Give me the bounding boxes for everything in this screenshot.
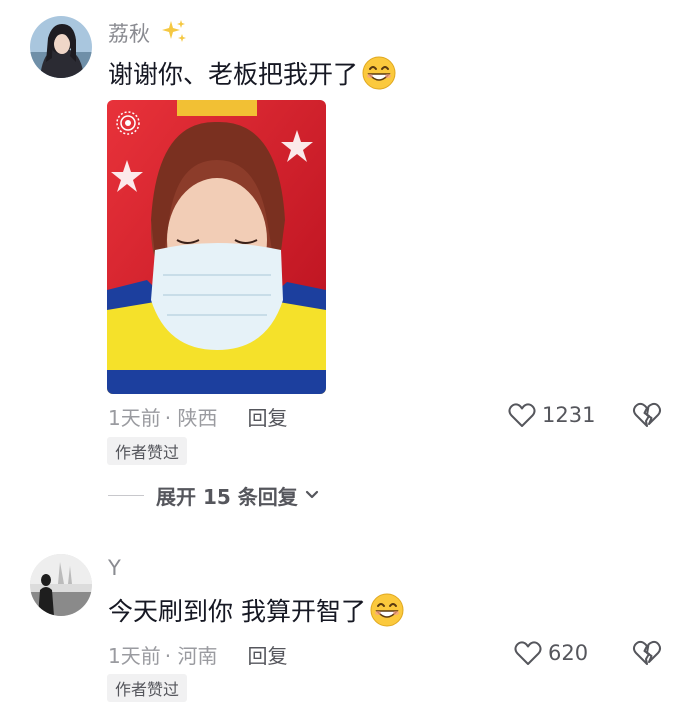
comment-meta: 1天前 · 河南 回复 [108, 640, 287, 668]
comment-text: 谢谢你、老板把我开了 [108, 55, 396, 91]
username[interactable]: Y [108, 556, 121, 580]
heart-icon [514, 641, 542, 665]
reply-button[interactable]: 回复 [247, 640, 287, 669]
comment-location: · 陕西 [164, 405, 218, 430]
sparkle-icon [160, 17, 188, 45]
comment-time: 1天前 [108, 405, 161, 430]
comment-location: · 河南 [164, 643, 218, 668]
comment-meta: 1天前 · 陕西 回复 [108, 402, 287, 430]
grin-emoji-icon [362, 56, 396, 90]
divider-line [108, 494, 144, 496]
comment-text-content: 今天刷到你 我算开智了 [108, 597, 366, 626]
comment-item: Y 今天刷到你 我算开智了 1天前 · 河南 回复 620 作者赞过 [0, 540, 690, 702]
like-button[interactable]: 620 [514, 638, 588, 668]
dislike-button[interactable] [632, 639, 662, 667]
author-liked-badge: 作者赞过 [107, 674, 188, 702]
broken-heart-icon [632, 640, 662, 665]
like-button[interactable]: 1231 [508, 400, 595, 430]
author-liked-badge: 作者赞过 [107, 437, 188, 465]
avatar[interactable] [30, 16, 92, 78]
comment-time: 1天前 [108, 643, 161, 668]
expand-replies-button[interactable]: 展开 15 条回复 [108, 480, 320, 510]
avatar[interactable] [30, 554, 92, 616]
broken-heart-icon [632, 402, 662, 427]
comment-text: 今天刷到你 我算开智了 [108, 592, 404, 628]
comment-text-content: 谢谢你、老板把我开了 [108, 60, 359, 89]
comment-item: 荔秋 谢谢你、老板把我开了 1天前 · 陕西 回复 1231 作者赞过 展开 1… [0, 0, 690, 509]
username[interactable]: 荔秋 [108, 18, 150, 48]
like-count: 1231 [542, 403, 596, 427]
chevron-down-icon [305, 490, 318, 499]
expand-replies-label: 展开 15 条回复 [156, 484, 298, 509]
like-count: 620 [548, 641, 589, 665]
reply-button[interactable]: 回复 [247, 402, 287, 431]
dislike-button[interactable] [632, 401, 662, 429]
comment-photo[interactable] [107, 100, 326, 394]
heart-icon [508, 403, 536, 427]
live-photo-icon [116, 111, 140, 135]
grin-emoji-icon [370, 593, 404, 627]
